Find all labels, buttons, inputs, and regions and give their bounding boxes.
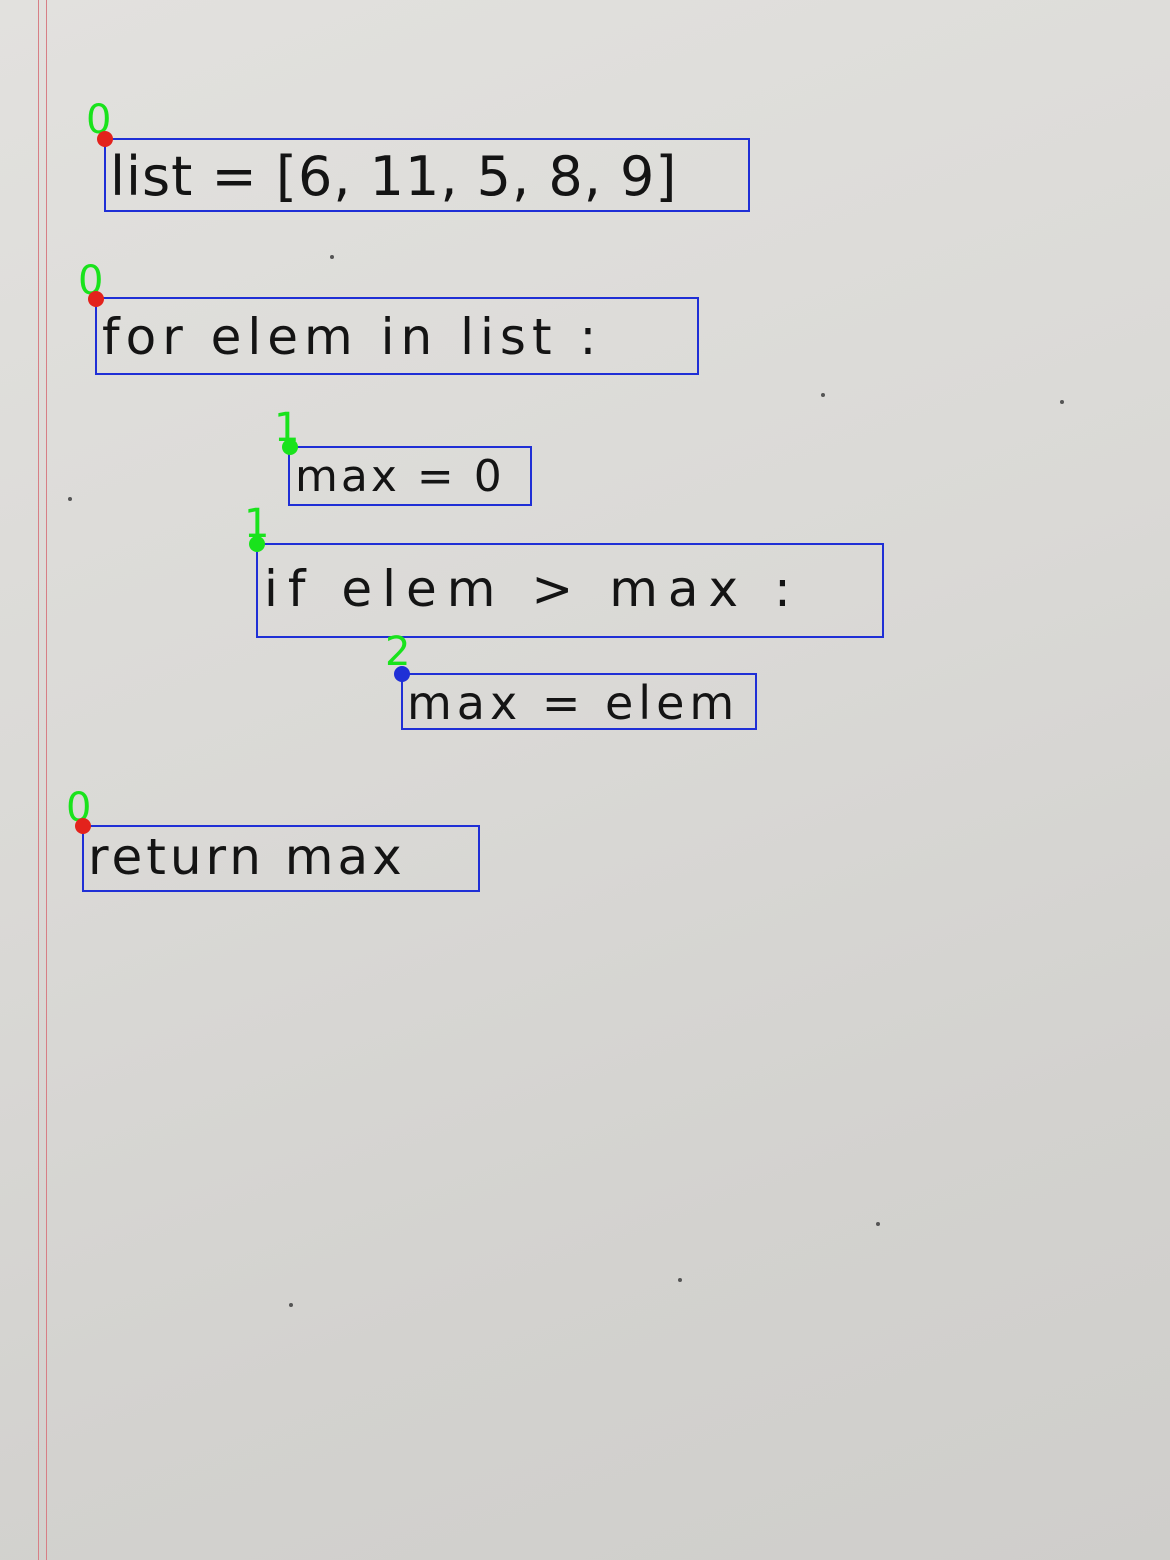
line-bounding-box xyxy=(104,138,750,212)
paper-speck xyxy=(1060,400,1064,404)
line-bounding-box xyxy=(256,543,884,638)
paper-speck xyxy=(821,393,825,397)
margin-line-left xyxy=(38,0,39,1560)
paper-speck xyxy=(876,1222,880,1226)
line-start-marker xyxy=(75,818,91,834)
paper-speck xyxy=(289,1303,293,1307)
line-start-marker xyxy=(88,291,104,307)
paper-speck xyxy=(68,497,72,501)
line-bounding-box xyxy=(401,673,757,730)
line-bounding-box xyxy=(95,297,699,375)
line-start-marker xyxy=(394,666,410,682)
paper-speck xyxy=(678,1278,682,1282)
line-bounding-box xyxy=(82,825,480,892)
paper-speck xyxy=(330,255,334,259)
line-start-marker xyxy=(249,536,265,552)
margin-line-right xyxy=(46,0,47,1560)
line-start-marker xyxy=(97,131,113,147)
line-start-marker xyxy=(282,439,298,455)
line-bounding-box xyxy=(288,446,532,506)
